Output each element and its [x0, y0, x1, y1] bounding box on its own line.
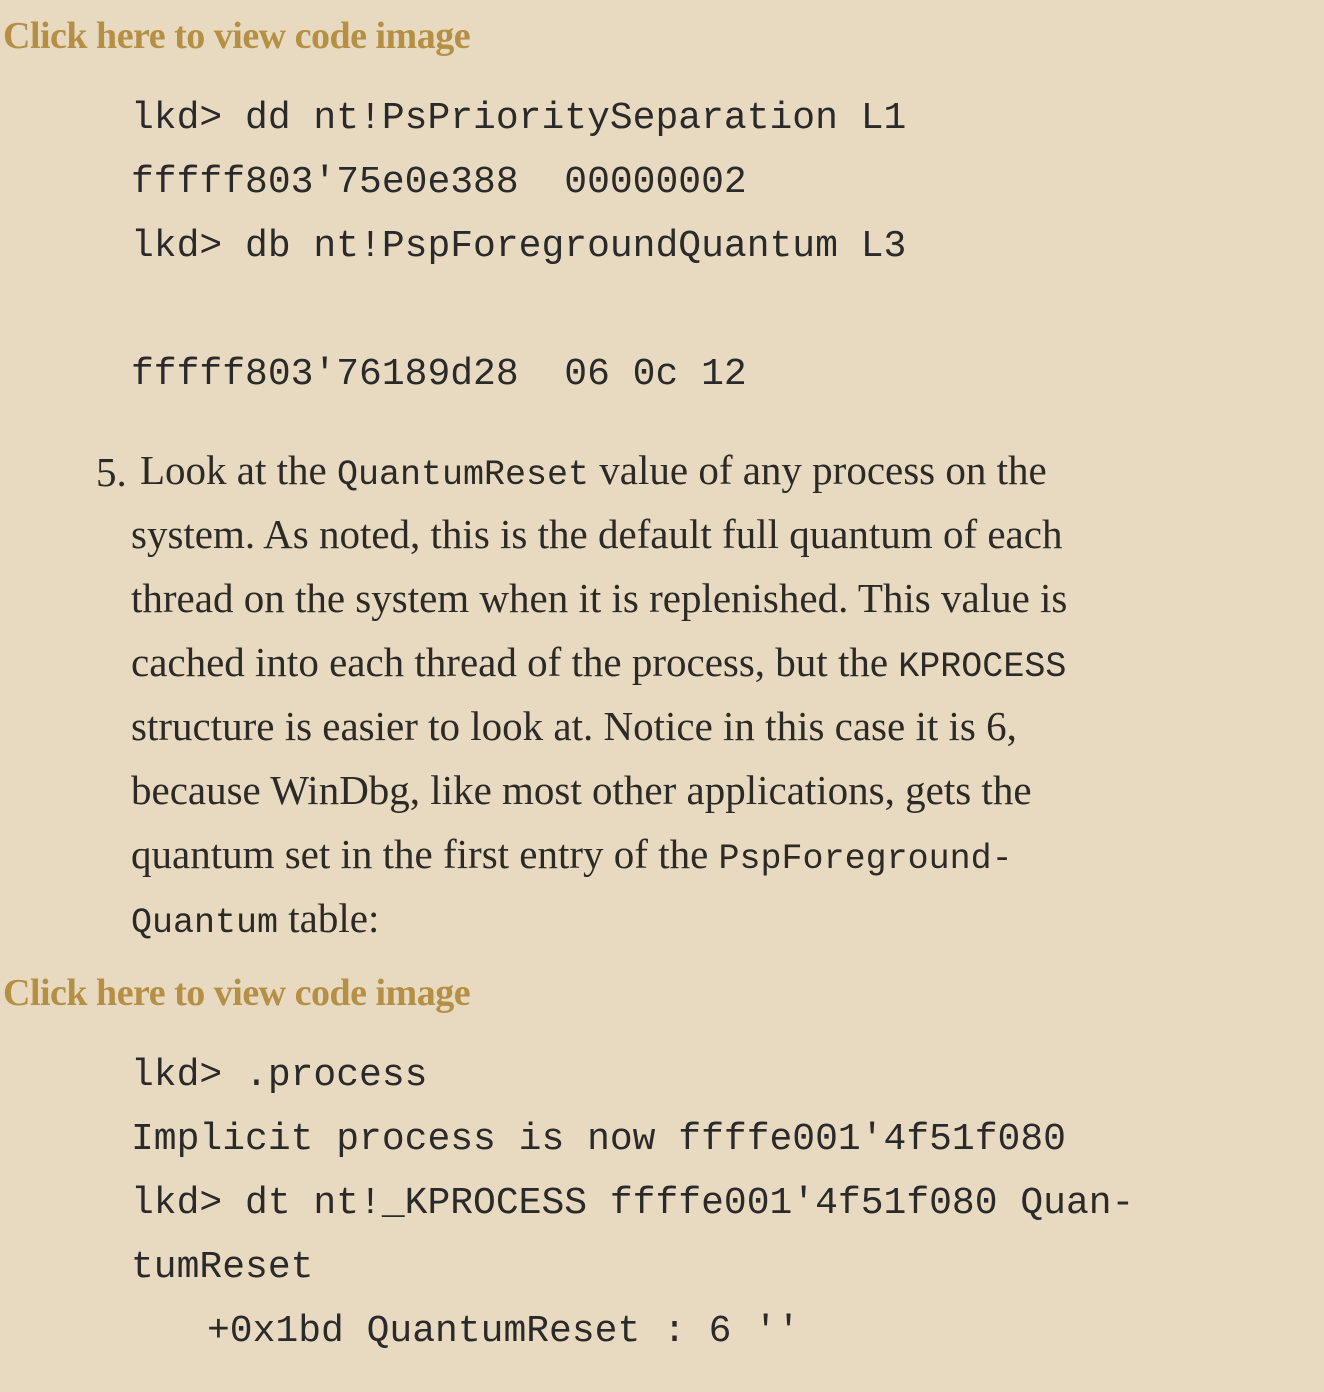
view-code-image-link[interactable]: Click here to view code image	[3, 974, 471, 1012]
paragraph-text: cached into each thread of the process, …	[131, 639, 899, 685]
view-code-image-link[interactable]: Click here to view code image	[3, 17, 471, 55]
paragraph-line: because WinDbg, like most other applicat…	[131, 767, 1032, 813]
inline-code: Quantum	[131, 903, 279, 943]
paragraph-line: system. As noted, this is the default fu…	[131, 511, 1063, 557]
code-line: lkd> dt nt!_KPROCESS ffffe001'4f51f080 Q…	[131, 1182, 1135, 1225]
paragraph-text: value of any process on the	[589, 447, 1047, 493]
code-line: +0x1bd QuantumReset : 6 ''	[207, 1310, 800, 1353]
inline-code: KPROCESS	[898, 647, 1067, 687]
code-line: Implicit process is now ffffe001'4f51f08…	[131, 1118, 1066, 1161]
paragraph-line: Look at the QuantumReset value of any pr…	[140, 450, 1047, 493]
code-line: tumReset	[131, 1246, 314, 1289]
paragraph-text: table:	[278, 895, 380, 941]
code-line: lkd> db nt!PspForegroundQuantum L3	[131, 225, 907, 268]
inline-code: PspForeground-	[718, 839, 1013, 879]
paragraph-line: Quantum table:	[131, 898, 379, 941]
paragraph-line: thread on the system when it is replenis…	[131, 575, 1068, 621]
code-line: fffff803'75e0e388 00000002	[131, 161, 747, 204]
paragraph-text: Look at the	[140, 447, 337, 493]
paragraph-line: cached into each thread of the process, …	[131, 642, 1066, 685]
inline-code: QuantumReset	[336, 455, 590, 495]
code-line: lkd> .process	[131, 1054, 428, 1097]
step-number: 5.	[96, 449, 127, 495]
code-line: fffff803'76189d28 06 0c 12	[131, 353, 747, 396]
paragraph-text: quantum set in the first entry of the	[131, 831, 719, 877]
paragraph-line: quantum set in the first entry of the Ps…	[131, 834, 1013, 877]
code-line: lkd> dd nt!PsPrioritySeparation L1	[131, 97, 907, 140]
paragraph-line: structure is easier to look at. Notice i…	[131, 703, 1017, 749]
